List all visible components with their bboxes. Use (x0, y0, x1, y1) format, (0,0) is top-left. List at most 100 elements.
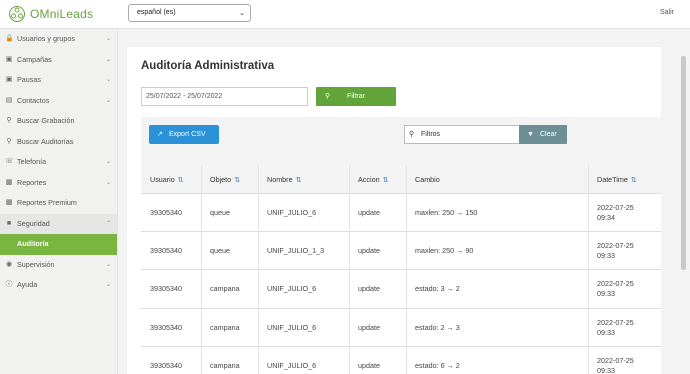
cell-objeto: campana (210, 322, 240, 332)
sidebar-item-campanas[interactable]: ▣ Campañas ⌄ (0, 50, 117, 71)
table-row: 39305340 queue UNIF_JULIO_6 update maxle… (141, 194, 661, 233)
export-button-label: Export CSV (169, 131, 206, 138)
scrollbar[interactable] (681, 56, 686, 270)
cell-datetime: 2022-07-25 09:33 (597, 309, 634, 347)
export-csv-button[interactable]: ↗ Export CSV (149, 125, 219, 144)
sidebar-item-pausas[interactable]: ▣ Pausas ⌄ (0, 70, 117, 91)
sidebar-item-reportes-premium[interactable]: ▩ Reportes Premium (0, 193, 117, 214)
filter-button[interactable]: ⚲ Filtrar (316, 87, 396, 106)
chevron-down-icon: ⌄ (105, 179, 111, 186)
logo-text: OMniLeads (30, 7, 94, 21)
sidebar-item-ayuda[interactable]: ⓘ Ayuda ⌄ (0, 275, 117, 296)
column-divider (201, 165, 202, 374)
cell-usuario: 39305340 (150, 246, 182, 256)
chevron-up-icon: ⌃ (105, 220, 111, 227)
top-bar: OMniLeads español (es) ⌄ Salir (0, 0, 690, 29)
column-label: Cambio (415, 175, 440, 184)
sidebar-item-supervision[interactable]: ◉ Supervisión ⌄ (0, 255, 117, 276)
audit-card: Auditoría Administrativa 25/07/2022 - 25… (127, 47, 661, 374)
chevron-down-icon: ⌄ (105, 77, 111, 83)
language-select[interactable]: español (es) ⌄ (128, 4, 251, 22)
table-row: 39305340 campana UNIF_JULIO_6 update est… (141, 270, 661, 309)
sidebar-item-label: Buscar Grabación (17, 116, 75, 125)
search-icon: ⚲ (6, 117, 12, 124)
chevron-down-icon: ⌄ (105, 282, 111, 288)
sort-icon: ⇅ (177, 177, 184, 184)
column-label: DateTime (597, 175, 628, 184)
search-icon: ⚲ (409, 131, 415, 138)
chevron-down-icon: ⌄ (105, 97, 111, 104)
chart-icon: ▩ (5, 178, 13, 186)
folder-icon: ▣ (5, 55, 13, 63)
chevron-down-icon: ⌄ (105, 261, 111, 268)
page-title: Auditoría Administrativa (141, 60, 275, 72)
cell-time: 09:33 (597, 289, 615, 299)
cell-usuario: 39305340 (150, 360, 182, 370)
table-body: 39305340 queue UNIF_JULIO_6 update maxle… (141, 194, 661, 374)
sort-icon: ⇅ (234, 177, 241, 184)
column-divider (349, 165, 350, 374)
table-header: Usuario ⇅ Objeto ⇅ Nombre ⇅ Accion ⇅ Cambio … (141, 165, 661, 194)
cell-datetime: 2022-07-25 09:33 (597, 232, 634, 270)
chart-icon: ▩ (5, 199, 13, 206)
cell-nombre: UNIF_JULIO_6 (267, 208, 317, 217)
column-header-accion[interactable]: Accion ⇅ (358, 165, 388, 194)
cell-accion: update (358, 360, 380, 370)
cell-cambio: maxlen: 250 → 90 (415, 246, 474, 256)
sidebar-item-auditoria[interactable]: Auditoría (0, 234, 117, 255)
sidebar-item-buscar-grabacion[interactable]: ⚲ Buscar Grabación (0, 111, 117, 132)
help-icon: ⓘ (5, 281, 13, 288)
cell-date: 2022-07-25 (597, 241, 634, 251)
sidebar-item-label: Pausas (17, 75, 41, 84)
filter-button-label: Filtrar (347, 93, 365, 100)
sidebar-item-contactos[interactable]: ▤ Contactos ⌄ (0, 91, 117, 112)
sidebar-item-label: Supervisión (17, 259, 55, 269)
column-label: Nombre (267, 175, 293, 184)
table-search-input[interactable]: ⚲ Filtros (404, 125, 520, 144)
column-header-cambio[interactable]: Cambio (415, 165, 440, 194)
sidebar-item-buscar-auditorias[interactable]: ⚲ Buscar Auditorías (0, 132, 117, 153)
logo-icon (9, 6, 25, 22)
cell-usuario: 39305340 (150, 208, 182, 217)
cell-objeto: queue (210, 246, 230, 256)
sidebar-item-label: Reportes (17, 177, 47, 187)
column-header-usuario[interactable]: Usuario ⇅ (150, 165, 184, 194)
column-header-objeto[interactable]: Objeto ⇅ (210, 165, 240, 194)
cell-date: 2022-07-25 (597, 355, 634, 365)
clear-filter-button[interactable]: ▼ Clear (519, 125, 567, 144)
chevron-down-icon: ⌄ (105, 56, 111, 63)
logout-link[interactable]: Salir (660, 9, 674, 16)
sidebar: 🔒 Usuarios y grupos ⌄ ▣ Campañas ⌄ ▣ Pau… (0, 29, 118, 374)
column-divider (406, 165, 407, 374)
cell-cambio: estado: 3 → 2 (415, 284, 460, 294)
cell-accion: update (358, 246, 380, 256)
column-header-nombre[interactable]: Nombre ⇅ (267, 165, 301, 194)
sort-icon: ⇅ (295, 177, 302, 184)
export-icon: ↗ (157, 131, 163, 138)
sidebar-item-reportes[interactable]: ▩ Reportes ⌄ (0, 173, 117, 194)
sidebar-item-label: Auditoría (17, 239, 49, 248)
column-header-datetime[interactable]: DateTime ⇅ (597, 165, 637, 194)
sidebar-item-label: Buscar Auditorías (17, 136, 74, 146)
search-icon: ⚲ (325, 93, 331, 100)
eye-icon: ◉ (5, 260, 13, 268)
chevron-down-icon: ⌄ (105, 159, 111, 165)
cell-objeto: campana (210, 284, 240, 294)
sidebar-item-telefonia[interactable]: ☏ Telefonía ⌄ (0, 152, 117, 173)
cell-objeto: campana (210, 360, 240, 370)
cell-usuario: 39305340 (150, 284, 182, 294)
cell-cambio: estado: 6 → 2 (415, 360, 460, 370)
date-range-input[interactable]: 25/07/2022 - 25/07/2022 (141, 87, 308, 106)
lock-icon: 🔒 (5, 35, 14, 42)
logo[interactable]: OMniLeads (8, 4, 118, 24)
cell-nombre: UNIF_JULIO_1_3 (267, 246, 325, 256)
sidebar-item-usuarios[interactable]: 🔒 Usuarios y grupos ⌄ (0, 29, 117, 50)
sidebar-item-seguridad[interactable]: ■ Seguridad ⌃ (0, 213, 117, 234)
cell-accion: update (358, 322, 380, 332)
sidebar-item-label: Reportes Premium (17, 198, 77, 207)
cell-accion: update (358, 208, 380, 217)
sidebar-item-label: Seguridad (17, 218, 50, 228)
column-label: Accion (358, 175, 380, 184)
table-row: 39305340 queue UNIF_JULIO_1_3 update max… (141, 232, 661, 271)
cell-time: 09:33 (597, 327, 615, 337)
